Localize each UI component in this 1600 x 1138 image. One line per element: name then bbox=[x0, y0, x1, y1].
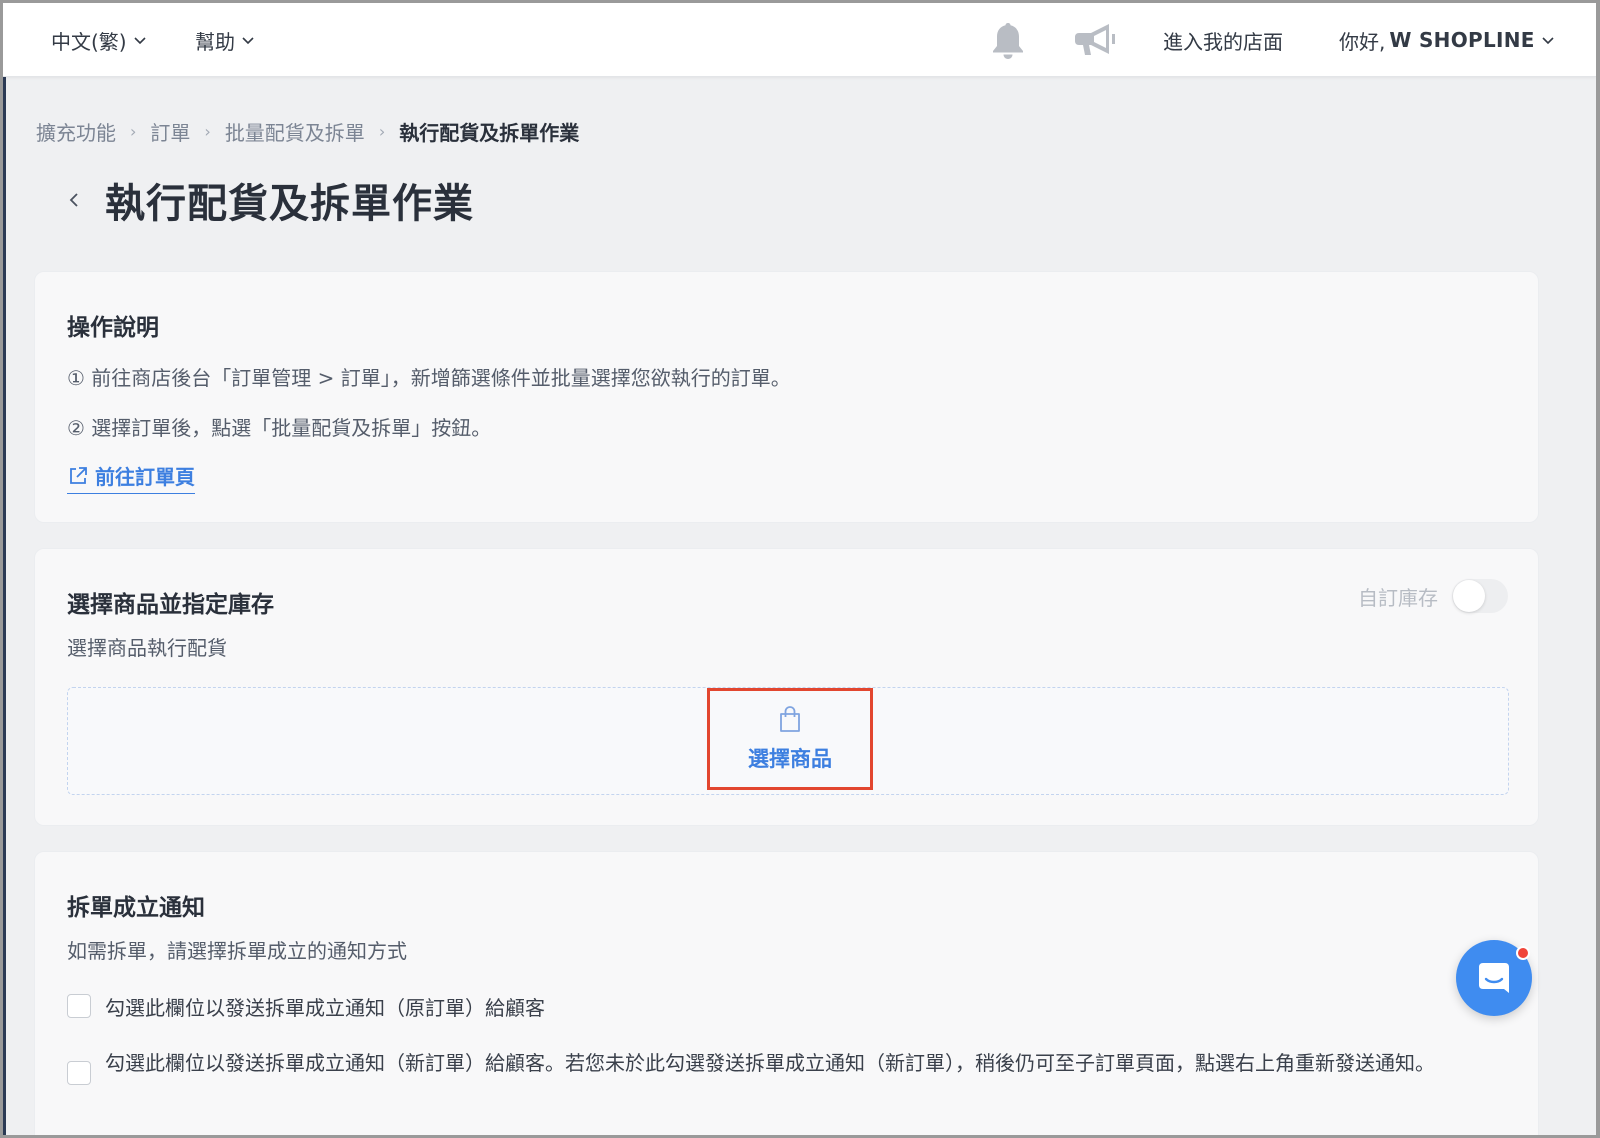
notification-section-subtitle: 如需拆單，請選擇拆單成立的通知方式 bbox=[67, 939, 407, 963]
split-notification-card: 拆單成立通知 如需拆單，請選擇拆單成立的通知方式 勾選此欄位以發送拆單成立通知（… bbox=[34, 851, 1539, 1135]
custom-inventory-toggle-group: 自訂庫存 bbox=[1358, 579, 1508, 613]
custom-inventory-label: 自訂庫存 bbox=[1358, 585, 1438, 610]
instruction-step-2: ② 選擇訂單後，點選「批量配貨及拆單」按鈕。 bbox=[67, 416, 492, 440]
chat-support-button[interactable] bbox=[1456, 940, 1532, 1016]
user-menu[interactable]: 你好, W SHOPLINE bbox=[1339, 3, 1555, 77]
notify-original-order-option[interactable]: 勾選此欄位以發送拆單成立通知（原訂單）給顧客 bbox=[67, 992, 545, 1021]
chevron-down-icon bbox=[134, 37, 146, 45]
product-section-title: 選擇商品並指定庫存 bbox=[67, 592, 274, 618]
visit-store-link[interactable]: 進入我的店面 bbox=[1163, 3, 1283, 77]
notify-original-order-checkbox[interactable] bbox=[67, 994, 91, 1018]
user-name: W SHOPLINE bbox=[1389, 28, 1535, 52]
top-navigation-bar: 中文(繁) 幫助 進入我的店面 你好, W SHOPLINE bbox=[3, 3, 1596, 77]
chat-icon bbox=[1479, 963, 1509, 993]
notify-new-order-label: 勾選此欄位以發送拆單成立通知（新訂單）給顧客。若您未於此勾選發送拆單成立通知（新… bbox=[105, 1051, 1435, 1075]
chevron-down-icon bbox=[242, 37, 254, 45]
notify-new-order-option[interactable]: 勾選此欄位以發送拆單成立通知（新訂單）給顧客。若您未於此勾選發送拆單成立通知（新… bbox=[67, 1048, 1507, 1085]
help-label: 幫助 bbox=[195, 29, 235, 54]
chevron-down-icon bbox=[1542, 37, 1554, 45]
breadcrumb-separator-icon: › bbox=[204, 122, 211, 141]
breadcrumb-separator-icon: › bbox=[378, 122, 386, 141]
unread-badge bbox=[1516, 946, 1530, 960]
select-product-label: 選擇商品 bbox=[748, 747, 832, 771]
breadcrumb-item-bulk-allocation[interactable]: 批量配貨及拆單 bbox=[225, 117, 365, 146]
select-product-button[interactable]: 選擇商品 bbox=[707, 688, 873, 790]
shopping-bag-icon bbox=[780, 706, 800, 732]
page-header: 執行配貨及拆單作業 bbox=[61, 171, 474, 229]
page-title: 執行配貨及拆單作業 bbox=[105, 181, 474, 227]
breadcrumb: 擴充功能 › 訂單 › 批量配貨及拆單 › 執行配貨及拆單作業 bbox=[36, 117, 579, 146]
chevron-left-icon bbox=[69, 193, 78, 207]
instructions-card: 操作說明 ① 前往商店後台「訂單管理 > 訂單」，新增篩選條件並批量選擇您欲執行… bbox=[34, 271, 1539, 523]
notify-new-order-checkbox[interactable] bbox=[67, 1061, 91, 1085]
go-to-orders-link[interactable]: 前往訂單頁 bbox=[67, 461, 195, 494]
back-button[interactable] bbox=[61, 187, 87, 213]
product-section-subtitle: 選擇商品執行配貨 bbox=[67, 636, 227, 660]
help-menu[interactable]: 幫助 bbox=[195, 3, 255, 77]
announcements-button[interactable] bbox=[1073, 3, 1119, 77]
bell-icon bbox=[993, 23, 1023, 59]
external-link-icon bbox=[70, 466, 87, 484]
toggle-knob bbox=[1453, 580, 1485, 612]
instructions-title: 操作說明 bbox=[67, 315, 159, 341]
language-selector[interactable]: 中文(繁) bbox=[51, 3, 147, 77]
breadcrumb-separator-icon: › bbox=[130, 122, 137, 141]
notification-section-title: 拆單成立通知 bbox=[67, 895, 205, 921]
megaphone-icon bbox=[1075, 24, 1115, 55]
greeting-text: 你好, bbox=[1339, 29, 1386, 54]
notify-original-order-label: 勾選此欄位以發送拆單成立通知（原訂單）給顧客 bbox=[105, 996, 545, 1020]
go-to-orders-label: 前往訂單頁 bbox=[95, 465, 195, 489]
language-label: 中文(繁) bbox=[51, 29, 127, 54]
instruction-step-1: ① 前往商店後台「訂單管理 > 訂單」，新增篩選條件並批量選擇您欲執行的訂單。 bbox=[67, 366, 791, 390]
notifications-button[interactable] bbox=[988, 3, 1028, 77]
product-selection-card: 選擇商品並指定庫存 選擇商品執行配貨 自訂庫存 選擇商品 bbox=[34, 548, 1539, 826]
breadcrumb-current: 執行配貨及拆單作業 bbox=[399, 121, 580, 145]
breadcrumb-item-extensions[interactable]: 擴充功能 bbox=[36, 117, 116, 146]
app-window: 中文(繁) 幫助 進入我的店面 你好, W SHOPLINE 擴充功能 › 訂單… bbox=[3, 3, 1596, 1135]
custom-inventory-toggle[interactable] bbox=[1452, 579, 1508, 613]
breadcrumb-item-orders[interactable]: 訂單 bbox=[150, 117, 190, 146]
